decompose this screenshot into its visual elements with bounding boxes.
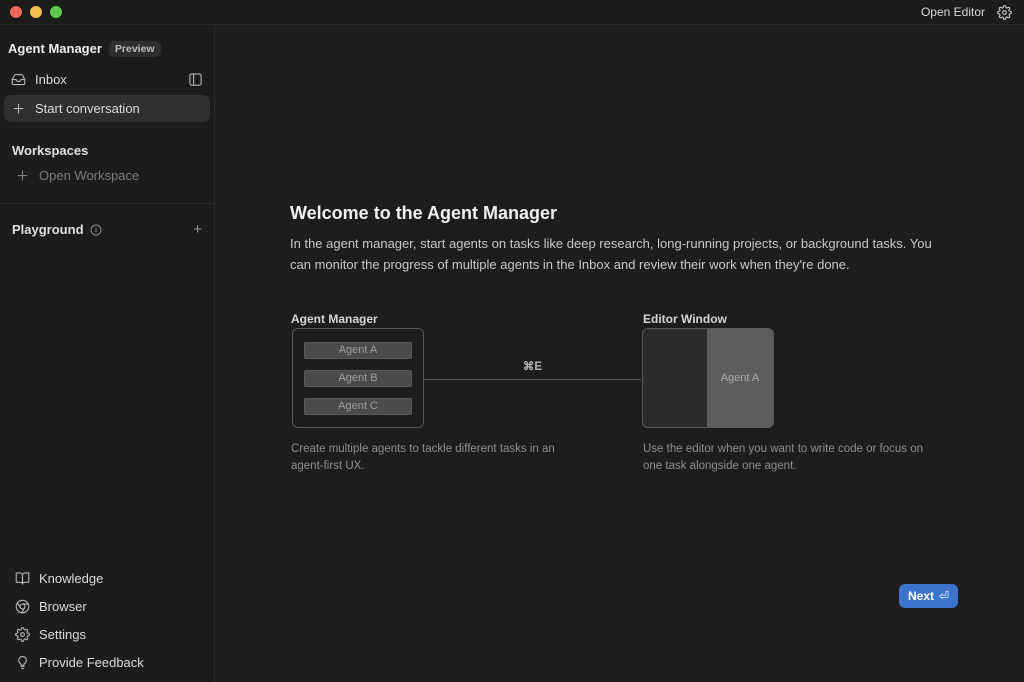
- plus-icon: [15, 168, 30, 183]
- workspaces-section-header: Workspaces: [12, 142, 89, 158]
- toggle-sidebar-icon[interactable]: [188, 72, 203, 87]
- sidebar-item-start-conversation[interactable]: Start conversation: [4, 94, 210, 122]
- agent-chip: Agent B: [304, 369, 412, 387]
- sidebar-item-browser[interactable]: Browser: [8, 593, 206, 620]
- main-panel: Welcome to the Agent Manager In the agen…: [215, 25, 1024, 682]
- diagram-left-caption: Create multiple agents to tackle differe…: [291, 443, 555, 472]
- plus-icon: [11, 101, 26, 116]
- gear-icon: [15, 627, 30, 642]
- sidebar-item-label: Start conversation: [35, 100, 140, 116]
- sidebar-item-label: Inbox: [35, 71, 67, 87]
- agent-chip: Agent C: [304, 397, 412, 415]
- titlebar: Open Editor: [0, 0, 1024, 25]
- next-button-label: Next: [908, 589, 935, 603]
- sidebar-item-inbox[interactable]: Inbox: [4, 66, 210, 93]
- sidebar-item-label: Settings: [39, 627, 86, 642]
- sidebar-item-knowledge[interactable]: Knowledge: [8, 565, 206, 592]
- sidebar-header: Agent Manager Preview: [8, 41, 206, 57]
- playground-label: Playground: [12, 222, 84, 237]
- close-window-button[interactable]: [10, 6, 22, 18]
- open-editor-button[interactable]: Open Editor: [921, 5, 985, 19]
- editor-left-pane: [643, 329, 707, 427]
- app-title: Agent Manager: [8, 41, 102, 57]
- keyboard-shortcut-label: ⌘E: [522, 361, 543, 373]
- info-icon[interactable]: [90, 224, 102, 236]
- book-open-icon: [15, 571, 30, 586]
- sidebar-item-label: Open Workspace: [39, 167, 140, 183]
- maximize-window-button[interactable]: [50, 6, 62, 18]
- sidebar-bottom-group: Knowledge Browser Settings Provide Feedb…: [4, 564, 210, 677]
- agent-manager-diagram: Agent Manager Agent A Agent B Agent C ⌘E…: [290, 312, 923, 482]
- minimize-window-button[interactable]: [30, 6, 42, 18]
- lightbulb-icon: [15, 655, 30, 670]
- sidebar-item-label: Knowledge: [39, 571, 104, 586]
- browser-icon: [15, 599, 30, 614]
- connector-line: [424, 379, 641, 380]
- welcome-content: Welcome to the Agent Manager In the agen…: [290, 202, 960, 482]
- page-description: In the agent manager, start agents on ta…: [290, 236, 932, 272]
- traffic-lights: [10, 6, 62, 18]
- agent-manager-box: Agent A Agent B Agent C: [292, 328, 424, 428]
- agent-chip: Agent A: [304, 341, 412, 359]
- sidebar-item-label: Browser: [39, 599, 87, 614]
- next-button[interactable]: Next ⏎: [899, 584, 959, 608]
- sidebar-item-provide-feedback[interactable]: Provide Feedback: [8, 649, 206, 676]
- return-key-icon: ⏎: [939, 589, 950, 603]
- diagram-right-caption: Use the editor when you want to write co…: [643, 443, 923, 472]
- sidebar-item-open-workspace[interactable]: Open Workspace: [8, 162, 210, 189]
- app-window: Open Editor Agent Manager Preview Inbox: [0, 0, 1024, 682]
- diagram-left-label: Agent Manager: [291, 312, 378, 326]
- diagram-right-label: Editor Window: [643, 312, 727, 326]
- editor-agent-pane: Agent A: [707, 329, 773, 427]
- add-playground-button[interactable]: +: [193, 222, 202, 237]
- page-title: Welcome to the Agent Manager: [290, 203, 558, 223]
- sidebar-divider: [0, 202, 214, 204]
- editor-window-box: Agent A: [642, 328, 774, 428]
- preview-badge: Preview: [108, 41, 161, 57]
- sidebar: Agent Manager Preview Inbox Start conver…: [0, 25, 215, 682]
- sidebar-item-label: Provide Feedback: [39, 655, 144, 670]
- playground-section-header: Playground +: [12, 216, 202, 244]
- inbox-icon: [11, 72, 26, 87]
- sidebar-item-settings[interactable]: Settings: [8, 621, 206, 648]
- gear-icon[interactable]: [997, 4, 1012, 20]
